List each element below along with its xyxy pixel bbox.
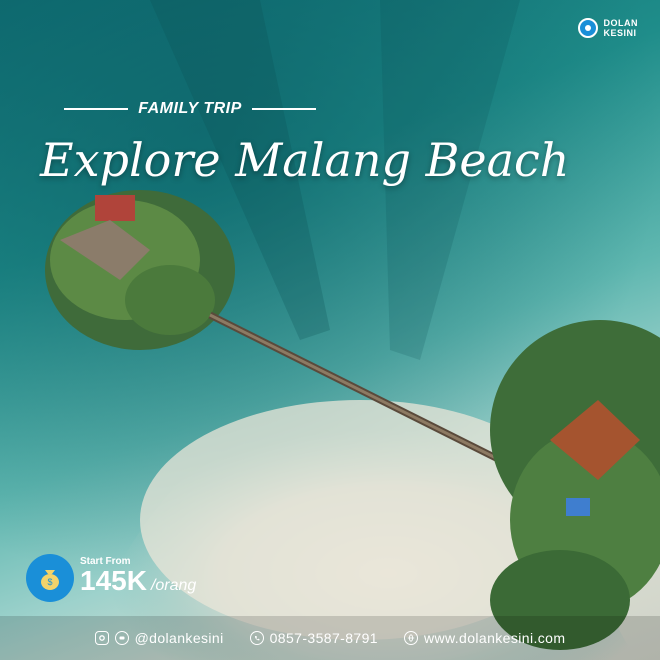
divider-left bbox=[64, 108, 129, 110]
website-text: www.dolankesini.com bbox=[423, 630, 566, 646]
globe-icon bbox=[403, 631, 418, 645]
instagram-icon bbox=[94, 631, 109, 645]
trip-label: FAMILY TRIP bbox=[138, 100, 242, 117]
social-handle-text: @dolankesini bbox=[134, 630, 224, 646]
poster: DOLAN KESINI FAMILY TRIP Explore Malang … bbox=[0, 0, 660, 660]
brand-logo: DOLAN KESINI bbox=[577, 18, 639, 38]
price-amount: 145K/orang bbox=[80, 567, 196, 600]
phone-text: 0857-3587-8791 bbox=[269, 630, 378, 646]
svg-text:$: $ bbox=[47, 577, 52, 587]
price-badge: $ Start From 145K/orang bbox=[26, 554, 196, 602]
social-handle[interactable]: @dolankesini bbox=[94, 630, 224, 646]
trip-label-group: FAMILY TRIP bbox=[64, 100, 317, 118]
brand-line-2: KESINI bbox=[603, 28, 637, 38]
website-link[interactable]: www.dolankesini.com bbox=[403, 630, 566, 646]
whatsapp-icon bbox=[249, 631, 264, 645]
contact-footer: @dolankesini 0857-3587-8791 www.dolankes… bbox=[0, 616, 660, 660]
brand-line-1: DOLAN bbox=[603, 18, 638, 28]
price-unit: /orang bbox=[150, 577, 197, 594]
logo-icon bbox=[577, 18, 598, 38]
left-island bbox=[45, 190, 235, 350]
divider-right bbox=[251, 108, 317, 110]
price-value: 145K bbox=[80, 565, 147, 596]
money-bag-icon: $ bbox=[26, 554, 74, 602]
brand-wordmark: DOLAN KESINI bbox=[604, 18, 639, 38]
line-icon bbox=[114, 631, 129, 645]
headline: Explore Malang Beach bbox=[40, 133, 570, 187]
phone-contact[interactable]: 0857-3587-8791 bbox=[249, 630, 378, 646]
